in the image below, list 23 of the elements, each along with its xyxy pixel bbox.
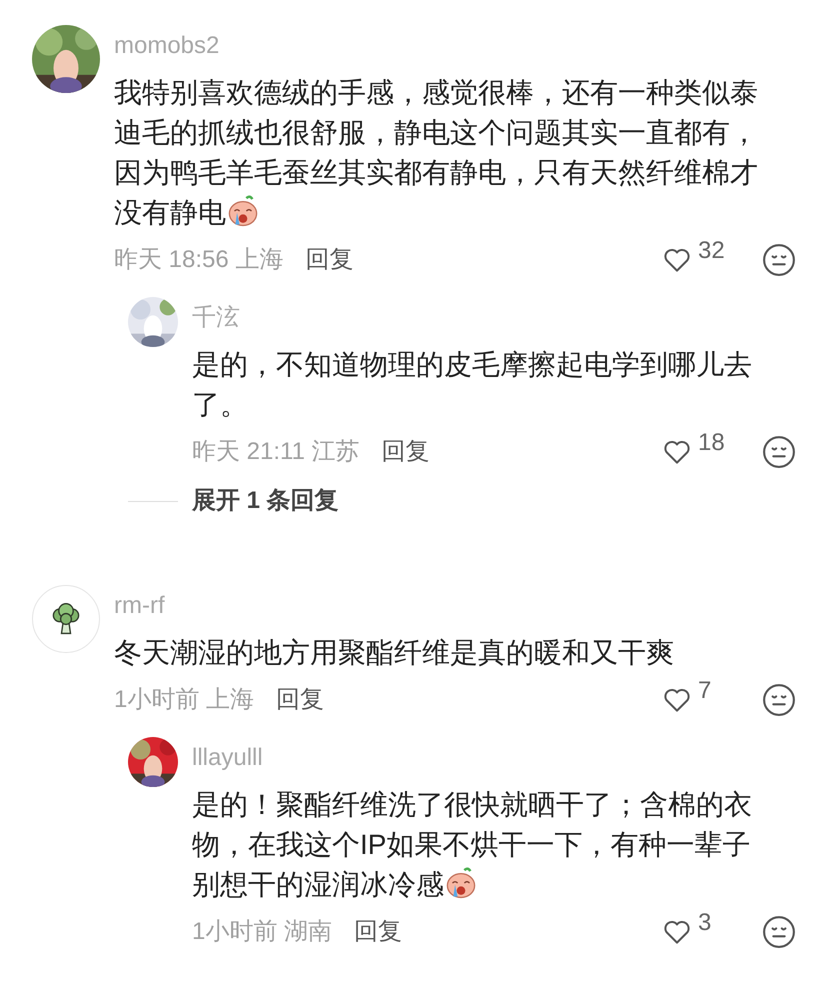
reply-link[interactable]: 回复 bbox=[305, 242, 354, 278]
comment-meta: 昨天 18:56 上海 bbox=[114, 245, 284, 275]
comment-text: 我特别喜欢德绒的手感，感觉很棒，还有一种类似泰迪毛的抓绒也很舒服，静电这个问题其实一直都有，因为鸭毛羊毛蚕丝其实都有静电，只有天然纤维棉才没有静电 bbox=[114, 76, 759, 230]
like-count: 3 bbox=[698, 911, 712, 935]
like-count: 7 bbox=[698, 679, 712, 703]
comment-text: 是的，不知道物理的皮毛摩擦起电学到哪儿去了。 bbox=[192, 348, 753, 422]
crying-face-sticker-icon bbox=[226, 194, 260, 228]
comment-text: 是的！聚酯纤维洗了很快就晒干了；含棉的衣物，在我这个IP如果不烘干一下，有种一辈子别想干的湿润冰冷感 bbox=[192, 788, 753, 902]
crying-face-sticker-icon bbox=[444, 866, 478, 900]
like-count: 18 bbox=[698, 431, 726, 455]
reply-link[interactable]: 回复 bbox=[382, 434, 430, 470]
comment-meta: 昨天 21:11 江苏 bbox=[192, 437, 360, 467]
dislike-face-icon[interactable] bbox=[762, 435, 796, 469]
like-count: 32 bbox=[698, 239, 726, 263]
dislike-face-icon[interactable] bbox=[762, 915, 796, 949]
reply-link[interactable]: 回复 bbox=[276, 682, 324, 718]
comment-meta: 1小时前 湖南 bbox=[192, 917, 332, 947]
dislike-face-icon[interactable] bbox=[762, 243, 796, 277]
reply-link[interactable]: 回复 bbox=[354, 914, 402, 950]
comment-meta: 1小时前 上海 bbox=[114, 685, 254, 715]
comment-text: 冬天潮湿的地方用聚酯纤维是真的暖和又干爽 bbox=[114, 636, 675, 670]
dislike-face-icon[interactable] bbox=[762, 683, 796, 717]
expand-replies-link[interactable]: 展开 1 条回复 bbox=[192, 483, 339, 519]
